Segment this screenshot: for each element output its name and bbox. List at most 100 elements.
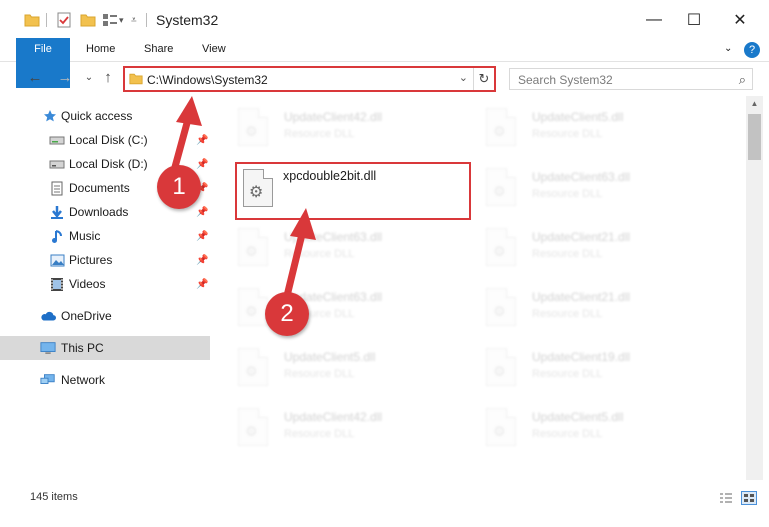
scroll-up-icon[interactable]: ▲	[746, 96, 763, 112]
dll-file-icon: ⚙	[486, 408, 516, 446]
folder-icon	[129, 72, 143, 88]
document-icon	[49, 180, 65, 196]
file-item[interactable]: ⚙ UpdateClient19.dll Resource DLL	[470, 344, 710, 394]
computer-icon	[40, 340, 56, 356]
sidebar-item-label: Network	[61, 373, 106, 387]
file-name: UpdateClient19.dll	[532, 350, 631, 364]
tab-view[interactable]: View	[196, 38, 232, 61]
file-name: UpdateClient63.dll	[532, 170, 631, 184]
sidebar-item-label: Videos	[69, 277, 106, 291]
drive-icon	[49, 156, 65, 172]
tab-share[interactable]: Share	[138, 38, 179, 61]
vertical-scrollbar[interactable]: ▲	[746, 96, 763, 480]
help-icon[interactable]: ?	[744, 42, 760, 58]
dll-file-icon: ⚙	[243, 169, 273, 207]
new-folder-icon[interactable]	[80, 11, 96, 29]
sidebar-item-videos[interactable]: Videos 📌	[0, 272, 210, 296]
dll-file-icon: ⚙	[238, 288, 268, 326]
up-button[interactable]: ↑	[99, 69, 117, 87]
file-item[interactable]: ⚙ UpdateClient42.dll Resource DLL	[222, 104, 462, 154]
large-icons-view-icon[interactable]	[741, 491, 757, 505]
sidebar-item-this-pc[interactable]: This PC	[0, 336, 210, 360]
dll-file-icon: ⚙	[238, 348, 268, 386]
annotation-badge-1: 1	[157, 165, 201, 209]
dll-file-icon: ⚙	[238, 408, 268, 446]
pin-icon: 📌	[196, 206, 209, 218]
annotation-badge-2: 2	[265, 292, 309, 336]
file-type: Resource DLL	[532, 308, 603, 320]
dll-file-icon: ⚙	[486, 108, 516, 146]
file-type: Resource DLL	[284, 428, 355, 440]
pin-icon: 📌	[196, 278, 209, 290]
download-icon	[49, 204, 65, 220]
file-item[interactable]: ⚙ UpdateClient21.dll Resource DLL	[470, 224, 710, 274]
music-icon	[49, 228, 65, 244]
file-type: Resource DLL	[532, 188, 603, 200]
file-item[interactable]: ⚙ UpdateClient63.dll Resource DLL	[222, 284, 462, 334]
file-item[interactable]: ⚙ UpdateClient5.dll Resource DLL	[470, 404, 710, 454]
sidebar-item-label: Documents	[69, 181, 130, 195]
file-name: UpdateClient42.dll	[284, 410, 383, 424]
search-input[interactable]: Search System32 ⌕	[509, 68, 753, 90]
file-item[interactable]: ⚙ UpdateClient5.dll Resource DLL	[222, 344, 462, 394]
status-bar: 145 items	[0, 484, 769, 510]
window-title: System32	[156, 12, 219, 28]
address-path[interactable]: C:\Windows\System32	[147, 73, 268, 87]
file-item[interactable]: ⚙ UpdateClient63.dll Resource DLL	[470, 164, 710, 214]
sidebar-item-label: Downloads	[69, 205, 129, 219]
address-dropdown-icon[interactable]: ⌄	[459, 71, 468, 84]
dll-file-icon: ⚙	[486, 228, 516, 266]
file-item[interactable]: ⚙ UpdateClient42.dll Resource DLL	[222, 404, 462, 454]
address-bar[interactable]: C:\Windows\System32 ⌄ ↻	[123, 66, 496, 92]
file-type: Resource DLL	[532, 128, 603, 140]
file-item[interactable]: ⚙ UpdateClient63.dll Resource DLL	[222, 224, 462, 274]
sidebar-item-label: OneDrive	[61, 309, 112, 323]
ribbon-tabs: File Home Share View ⌄ ?	[0, 38, 769, 88]
properties-icon[interactable]	[56, 11, 72, 29]
address-row: ← → ⌄ ↑ C:\Windows\System32 ⌄ ↻ Search S…	[0, 63, 769, 95]
search-icon: ⌕	[738, 72, 746, 87]
sidebar-item-music[interactable]: Music 📌	[0, 224, 210, 248]
item-count: 145 items	[30, 491, 78, 503]
dll-file-icon: ⚙	[238, 228, 268, 266]
forward-button[interactable]: →	[56, 69, 74, 87]
file-type: Resource DLL	[532, 368, 603, 380]
sidebar-item-network[interactable]: Network	[0, 368, 210, 392]
qa-dropdown-icon[interactable]: ⩡	[131, 11, 137, 29]
star-icon	[42, 108, 58, 124]
dll-file-icon: ⚙	[486, 348, 516, 386]
close-button[interactable]: ✕	[717, 0, 763, 40]
dll-file-icon: ⚙	[486, 168, 516, 206]
file-item[interactable]: ⚙ UpdateClient21.dll Resource DLL	[470, 284, 710, 334]
file-name: UpdateClient5.dll	[532, 410, 624, 424]
pin-icon: 📌	[196, 230, 209, 242]
file-type: Resource DLL	[532, 428, 603, 440]
sidebar-item-label: Local Disk (C:)	[69, 133, 148, 147]
pictures-icon	[49, 252, 65, 268]
maximize-button[interactable]: ☐	[671, 0, 717, 40]
file-item[interactable]: ⚙ UpdateClient5.dll Resource DLL	[470, 104, 710, 154]
view-options-icon[interactable]	[102, 11, 118, 29]
back-button[interactable]: ←	[26, 69, 44, 87]
customize-toolbar-icon[interactable]: ▾	[119, 11, 124, 29]
details-view-icon[interactable]	[718, 491, 734, 505]
recent-locations-button[interactable]: ⌄	[80, 69, 98, 87]
refresh-button[interactable]: ↻	[473, 68, 494, 90]
file-type: Resource DLL	[284, 368, 355, 380]
sidebar-item-pictures[interactable]: Pictures 📌	[0, 248, 210, 272]
dll-file-icon: ⚙	[486, 288, 516, 326]
network-icon	[40, 372, 56, 388]
sidebar-item-label: This PC	[61, 341, 104, 355]
expand-ribbon-icon[interactable]: ⌄	[718, 38, 738, 61]
title-divider	[146, 11, 147, 29]
folder-icon	[24, 11, 40, 29]
file-name: UpdateClient42.dll	[284, 110, 383, 124]
search-placeholder: Search System32	[518, 73, 613, 87]
cloud-icon	[40, 308, 56, 324]
file-name: UpdateClient21.dll	[532, 290, 631, 304]
drive-icon	[49, 132, 65, 148]
file-name: UpdateClient21.dll	[532, 230, 631, 244]
tab-home[interactable]: Home	[80, 38, 121, 61]
scroll-thumb[interactable]	[748, 114, 761, 160]
sidebar-item-onedrive[interactable]: OneDrive	[0, 304, 210, 328]
